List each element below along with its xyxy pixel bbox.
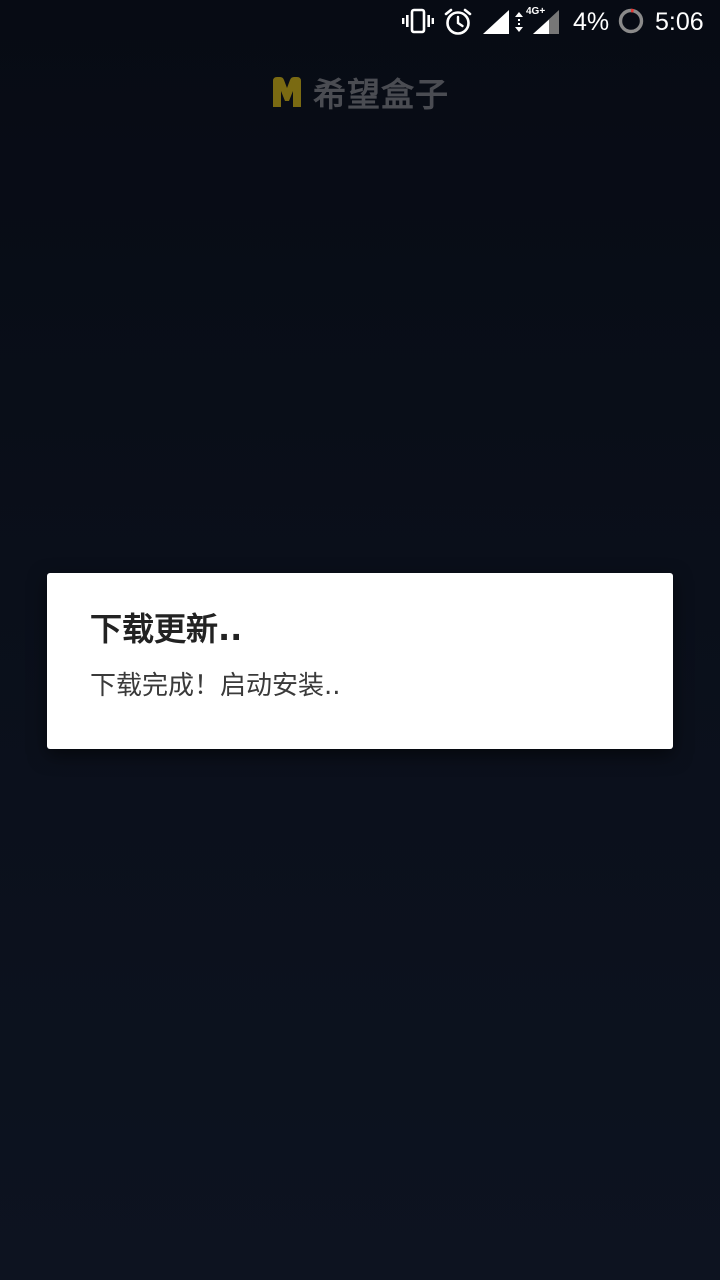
dialog-title: 下载更新.. bbox=[90, 610, 243, 648]
dialog-message: 下载完成！启动安装.. bbox=[90, 671, 341, 701]
app-name: 希望盒子 bbox=[313, 75, 449, 114]
clock-time: 5:06 bbox=[655, 8, 704, 36]
signal-icon bbox=[483, 10, 509, 34]
signal-icon bbox=[533, 10, 559, 34]
update-dialog[interactable]: 下载更新.. 下载完成！启动安装.. bbox=[47, 573, 673, 749]
battery-percent: 4% bbox=[573, 8, 610, 36]
app-brand: 希望盒子 bbox=[0, 68, 720, 116]
battery-ring-icon bbox=[618, 8, 644, 34]
status-bar: 4G+ 4% 5:06 bbox=[0, 0, 720, 44]
m-logo-icon bbox=[273, 77, 301, 107]
vibrate-icon bbox=[402, 8, 434, 34]
data-arrows-icon bbox=[515, 12, 523, 32]
alarm-icon bbox=[444, 8, 472, 35]
